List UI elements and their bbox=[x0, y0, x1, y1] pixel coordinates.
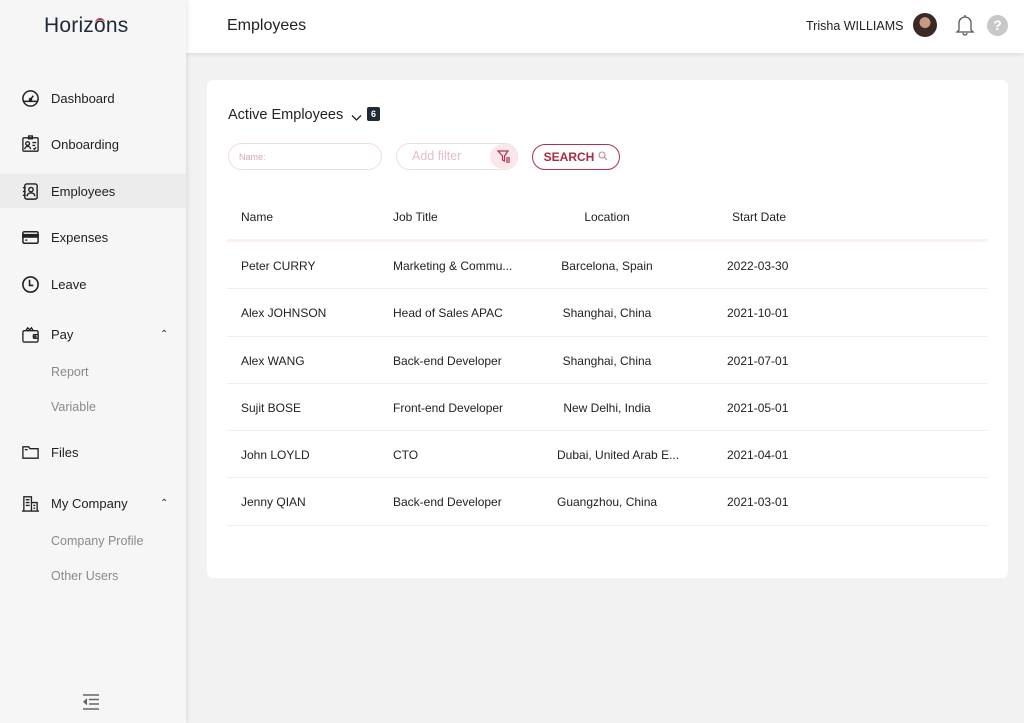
cell-name: John LOYLD bbox=[241, 448, 310, 463]
sidebar-item-files[interactable]: Files bbox=[0, 435, 186, 469]
avatar[interactable] bbox=[913, 13, 937, 37]
sidebar-item-pay[interactable]: Pay ⌃ bbox=[0, 317, 186, 351]
cell-start-date: 2022-03-30 bbox=[727, 259, 789, 273]
sidebar-item-my-company[interactable]: My Company ⌃ bbox=[0, 486, 186, 520]
sidebar-item-label: My Company bbox=[51, 495, 128, 511]
sidebar-item-label: Files bbox=[51, 444, 79, 460]
credit-card-icon bbox=[20, 227, 40, 247]
cell-location: Shanghai, China bbox=[562, 353, 652, 368]
cell-job-title: Front-end Developer bbox=[393, 400, 504, 415]
sidebar-item-dashboard[interactable]: Dashboard bbox=[0, 81, 186, 115]
add-filter-input[interactable] bbox=[412, 149, 482, 163]
filter-icon[interactable] bbox=[490, 144, 517, 169]
search-icon bbox=[598, 150, 608, 164]
cell-start-date: 2021-05-01 bbox=[727, 400, 789, 415]
sidebar-item-label: Employees bbox=[51, 183, 116, 199]
chevron-up-icon[interactable]: ⌃ bbox=[160, 498, 168, 509]
cell-name: Jenny QIAN bbox=[241, 495, 306, 510]
sidebar-subitem-company-profile[interactable]: Company Profile bbox=[51, 534, 143, 548]
cell-job-title: Head of Sales APAC bbox=[393, 306, 503, 321]
sidebar-item-label: Leave bbox=[51, 276, 87, 292]
help-icon[interactable]: ? bbox=[987, 15, 1008, 36]
cell-name: Peter CURRY bbox=[241, 259, 316, 273]
sidebar-item-label: Pay bbox=[51, 326, 74, 342]
employees-panel: Active Employees 6 SEARCH Name Job Title… bbox=[207, 80, 1008, 578]
sidebar-subitem-report[interactable]: Report bbox=[51, 365, 89, 379]
cell-location: Shanghai, China bbox=[562, 306, 652, 321]
employees-table: Name Job Title Location Start Date Peter… bbox=[227, 194, 988, 526]
column-header-start-date[interactable]: Start Date bbox=[732, 210, 786, 224]
table-row[interactable]: Sujit BOSE Front-end Developer New Delhi… bbox=[227, 384, 988, 432]
sidebar-item-leave[interactable]: Leave bbox=[0, 267, 186, 301]
gauge-icon bbox=[20, 88, 40, 108]
table-row[interactable]: Alex WANG Back-end Developer Shanghai, C… bbox=[227, 337, 988, 384]
count-badge: 6 bbox=[367, 107, 380, 121]
name-search-input[interactable] bbox=[228, 143, 382, 170]
cell-start-date: 2021-04-01 bbox=[727, 448, 789, 463]
clock-icon bbox=[20, 274, 40, 294]
page-title: Employees bbox=[227, 17, 307, 34]
sidebar-item-onboarding[interactable]: Onboarding bbox=[0, 127, 186, 161]
cell-job-title: Back-end Developer bbox=[393, 495, 502, 510]
cell-name: Alex WANG bbox=[241, 353, 305, 368]
cell-job-title: Back-end Developer bbox=[393, 353, 502, 368]
cell-location: Barcelona, Spain bbox=[561, 259, 653, 273]
column-header-job-title[interactable]: Job Title bbox=[393, 210, 438, 224]
table-row[interactable]: Peter CURRY Marketing & Commu... Barcelo… bbox=[227, 242, 988, 290]
column-header-name[interactable]: Name bbox=[241, 210, 273, 224]
search-button-label: SEARCH bbox=[543, 150, 595, 164]
column-header-location[interactable]: Location bbox=[557, 210, 657, 224]
cell-name: Alex JOHNSON bbox=[241, 306, 327, 321]
sidebar-subitem-other-users[interactable]: Other Users bbox=[51, 569, 118, 583]
cell-name: Sujit BOSE bbox=[241, 400, 302, 415]
user-name[interactable]: Trisha WILLIAMS bbox=[806, 19, 903, 33]
chevron-up-icon[interactable]: ⌃ bbox=[160, 329, 168, 340]
list-view-selector[interactable]: Active Employees bbox=[228, 107, 362, 123]
list-title: Active Employees bbox=[228, 107, 344, 123]
cell-location: New Delhi, India bbox=[563, 400, 651, 415]
sidebar-item-label: Expenses bbox=[51, 229, 109, 245]
table-header: Name Job Title Location Start Date bbox=[227, 194, 988, 242]
sidebar-subitem-variable[interactable]: Variable bbox=[51, 400, 96, 414]
table-row[interactable]: John LOYLD CTO Dubai, United Arab E... 2… bbox=[227, 431, 988, 479]
add-filter-field[interactable] bbox=[396, 143, 518, 170]
cell-location: Guangzhou, China bbox=[557, 495, 658, 510]
sidebar: Horizons Dashboard Onboarding Employees … bbox=[0, 0, 186, 723]
table-row[interactable]: Alex JOHNSON Head of Sales APAC Shanghai… bbox=[227, 289, 988, 337]
cell-job-title: CTO bbox=[393, 448, 419, 463]
cell-location: Dubai, United Arab E... bbox=[557, 448, 680, 463]
cell-start-date: 2021-10-01 bbox=[727, 306, 789, 321]
sidebar-item-label: Onboarding bbox=[51, 136, 119, 152]
folder-icon bbox=[20, 442, 40, 462]
id-badge-checklist-icon bbox=[20, 134, 40, 154]
cell-start-date: 2021-07-01 bbox=[727, 353, 789, 368]
building-icon bbox=[20, 493, 40, 513]
bell-icon[interactable] bbox=[955, 14, 975, 36]
table-row[interactable]: Jenny QIAN Back-end Developer Guangzhou,… bbox=[227, 478, 988, 526]
cell-job-title: Marketing & Commu... bbox=[393, 259, 513, 273]
sidebar-item-employees[interactable]: Employees bbox=[0, 174, 186, 208]
search-button[interactable]: SEARCH bbox=[532, 144, 620, 170]
cell-start-date: 2021-03-01 bbox=[727, 495, 789, 510]
logo[interactable]: Horizons bbox=[44, 14, 129, 38]
wallet-icon bbox=[20, 324, 40, 344]
sidebar-item-expenses[interactable]: Expenses bbox=[0, 220, 186, 254]
collapse-menu-icon[interactable] bbox=[82, 694, 100, 710]
top-header: Employees Trisha WILLIAMS ? bbox=[186, 0, 1024, 53]
contact-book-icon bbox=[20, 181, 40, 201]
sidebar-item-label: Dashboard bbox=[51, 90, 115, 106]
chevron-down-icon bbox=[351, 110, 362, 121]
